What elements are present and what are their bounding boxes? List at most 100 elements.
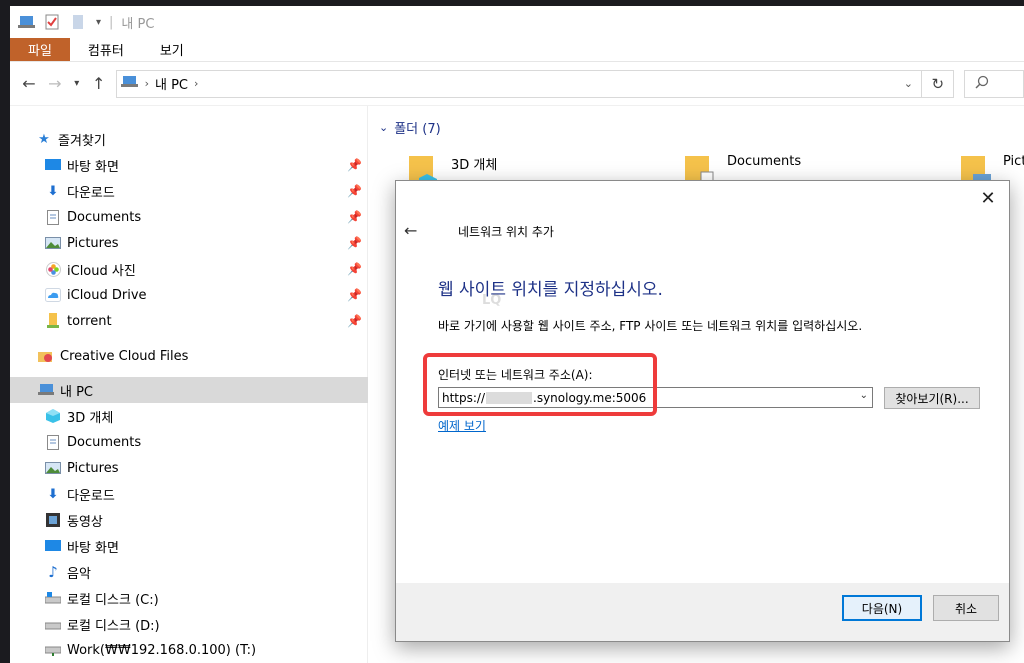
customize-toolbar-icon[interactable]: ▾	[96, 17, 101, 28]
nav-label: 다운로드	[67, 185, 115, 201]
pin-icon[interactable]: 📌	[347, 184, 362, 198]
tab-file[interactable]: 파일	[10, 38, 70, 61]
desktop-icon	[45, 157, 61, 173]
nav-quick-icloud-drive[interactable]: iCloud Drive 📌	[10, 282, 368, 308]
pin-icon[interactable]: 📌	[347, 210, 362, 224]
watermark-logo: LQ	[482, 293, 502, 308]
breadcrumb-this-pc[interactable]: 내 PC	[155, 74, 188, 93]
dialog-heading: 웹 사이트 위치를 지정하십시오.	[438, 280, 663, 300]
nav-pc-videos[interactable]: 동영상	[10, 507, 368, 533]
document-icon	[45, 434, 61, 450]
cancel-button[interactable]: 취소	[933, 595, 999, 621]
music-icon: ♪	[48, 563, 58, 581]
3d-objects-icon	[45, 408, 61, 424]
drive-icon	[45, 590, 61, 606]
computer-icon	[120, 75, 139, 93]
nav-label: Pictures	[67, 235, 119, 251]
search-icon	[975, 75, 989, 93]
nav-quick-pictures[interactable]: Pictures 📌	[10, 230, 368, 256]
nav-pc-drive-d[interactable]: 로컬 디스크 (D:)	[10, 611, 368, 637]
download-icon: ⬇	[47, 486, 59, 502]
forward-button[interactable]: →	[42, 69, 68, 99]
new-folder-icon[interactable]	[70, 14, 88, 30]
nav-quick-downloads[interactable]: ⬇ 다운로드 📌	[10, 178, 368, 204]
tab-computer[interactable]: 컴퓨터	[70, 38, 142, 61]
search-box[interactable]	[964, 69, 1024, 98]
nav-pc-3d-objects[interactable]: 3D 개체	[10, 403, 368, 429]
star-icon: ★	[38, 131, 50, 147]
nav-label: 로컬 디스크 (C:)	[67, 592, 159, 608]
nav-pc-network-drive[interactable]: Work(₩₩192.168.0.100) (T:)	[10, 637, 368, 663]
nav-creative-cloud[interactable]: Creative Cloud Files	[10, 343, 368, 369]
icloud-photos-icon	[45, 261, 61, 277]
computer-icon[interactable]	[18, 14, 36, 30]
breadcrumb-chevron-icon[interactable]: ›	[194, 77, 198, 90]
nav-label: 바탕 화면	[67, 159, 119, 175]
desktop-icon	[45, 538, 61, 554]
nav-label: iCloud 사진	[67, 263, 136, 279]
nav-label: Documents	[67, 434, 142, 450]
address-row: ← → ▾ ↑ › 내 PC › ⌄ ↻	[10, 62, 1024, 106]
nav-label: 다운로드	[67, 488, 115, 504]
nav-label: iCloud Drive	[67, 287, 147, 303]
window-title: 내 PC	[121, 16, 155, 32]
nav-label: 동영상	[67, 514, 103, 530]
folder-label: Documents	[727, 154, 802, 169]
nav-quick-torrent[interactable]: torrent 📌	[10, 308, 368, 334]
back-button[interactable]: ←	[16, 69, 42, 99]
drive-icon	[45, 616, 61, 632]
folder-label: 3D 개체	[451, 158, 498, 173]
nav-pc-pictures[interactable]: Pictures	[10, 455, 368, 481]
nav-label: 음악	[67, 566, 91, 582]
computer-icon	[38, 382, 54, 398]
refresh-button[interactable]: ↻	[922, 69, 955, 98]
nav-pc-drive-c[interactable]: 로컬 디스크 (C:)	[10, 585, 368, 611]
chevron-down-icon[interactable]: ⌄	[379, 121, 388, 134]
title-bar: ▾ | 내 PC	[10, 6, 1024, 38]
nav-pc-desktop[interactable]: 바탕 화면	[10, 533, 368, 559]
next-button[interactable]: 다음(N)	[842, 595, 922, 621]
pin-icon[interactable]: 📌	[347, 262, 362, 276]
highlight-box	[423, 353, 657, 416]
nav-this-pc[interactable]: 내 PC	[10, 377, 368, 403]
tab-view[interactable]: 보기	[142, 38, 202, 61]
nav-label: 내 PC	[60, 384, 94, 400]
properties-icon[interactable]	[44, 14, 62, 30]
video-icon	[45, 512, 61, 528]
nav-pc-downloads[interactable]: ⬇ 다운로드	[10, 481, 368, 507]
nav-label: Work(₩₩192.168.0.100) (T:)	[67, 642, 257, 658]
folder-icon	[45, 313, 61, 329]
pictures-icon	[45, 460, 61, 476]
nav-label: 3D 개체	[67, 410, 114, 426]
view-examples-link[interactable]: 예제 보기	[438, 417, 486, 434]
address-dropdown-icon[interactable]: ⌄	[895, 71, 921, 97]
nav-quick-documents[interactable]: Documents 📌	[10, 204, 368, 230]
pin-icon[interactable]: 📌	[347, 236, 362, 250]
group-label: 폴더 (7)	[394, 122, 441, 137]
nav-label: Documents	[67, 209, 142, 225]
nav-quick-desktop[interactable]: 바탕 화면 📌	[10, 152, 368, 178]
back-arrow-icon[interactable]: ←	[404, 221, 417, 240]
nav-pc-music[interactable]: ♪ 음악	[10, 559, 368, 585]
nav-quick-access[interactable]: ★ 즐겨찾기	[10, 126, 368, 152]
recent-locations-button[interactable]: ▾	[68, 69, 86, 99]
pin-icon[interactable]: 📌	[347, 158, 362, 172]
dialog-description: 바로 가기에 사용할 웹 사이트 주소, FTP 사이트 또는 네트워크 위치를…	[438, 319, 863, 333]
navigation-pane: ★ 즐겨찾기 바탕 화면 📌 ⬇ 다운로드 📌 Documents 📌 Pict…	[10, 106, 368, 663]
folder-label: Pictu	[1003, 154, 1024, 169]
chevron-down-icon[interactable]: ⌄	[860, 390, 868, 401]
folders-group-header[interactable]: ⌄ 폴더 (7)	[379, 118, 441, 137]
pin-icon[interactable]: 📌	[347, 314, 362, 328]
breadcrumb-chevron-icon[interactable]: ›	[145, 77, 149, 90]
up-button[interactable]: ↑	[86, 69, 112, 99]
browse-button[interactable]: 찾아보기(R)...	[884, 387, 980, 409]
nav-label: 즐겨찾기	[58, 133, 106, 149]
nav-quick-icloud-photos[interactable]: iCloud 사진 📌	[10, 256, 368, 282]
close-icon[interactable]: ✕	[977, 187, 999, 209]
icloud-drive-icon	[45, 287, 61, 303]
pin-icon[interactable]: 📌	[347, 288, 362, 302]
title-separator: |	[109, 14, 114, 30]
nav-pc-documents[interactable]: Documents	[10, 429, 368, 455]
dialog-title: 네트워크 위치 추가	[458, 225, 554, 239]
address-bar[interactable]: › 내 PC › ⌄	[115, 69, 923, 98]
